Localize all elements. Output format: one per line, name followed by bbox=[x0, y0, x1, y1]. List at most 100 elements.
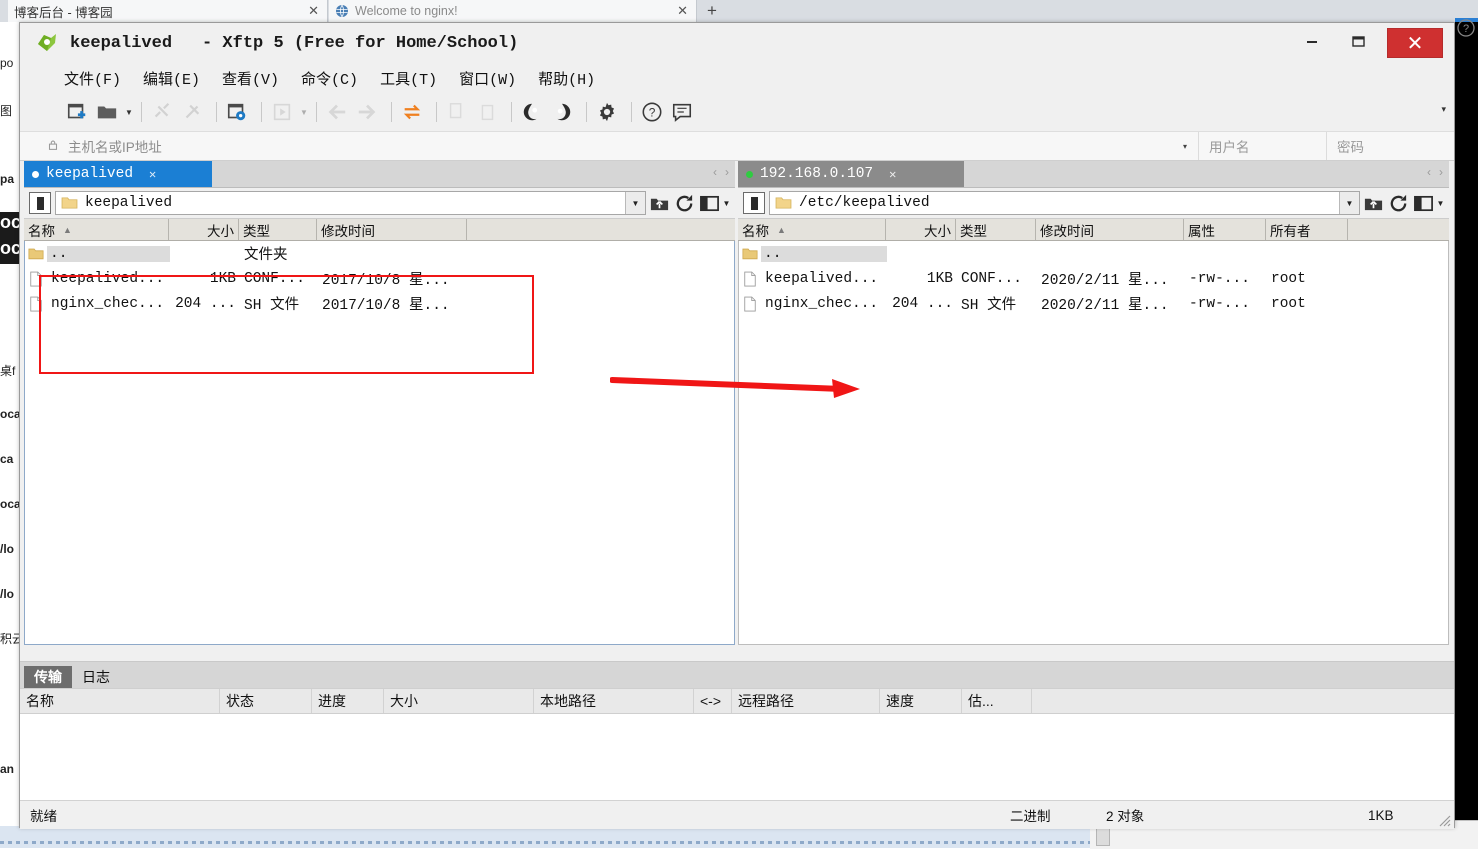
help-icon[interactable]: ? bbox=[1456, 18, 1476, 38]
xfer-col-remote-path[interactable]: 远程路径 bbox=[732, 689, 880, 713]
local-col-modified[interactable]: 修改时间 bbox=[317, 219, 467, 240]
xfer-col-local-path[interactable]: 本地路径 bbox=[534, 689, 694, 713]
username-input[interactable]: 用户名 bbox=[1198, 132, 1326, 160]
xfer-col-speed[interactable]: 速度 bbox=[880, 689, 962, 713]
local-tab-next-icon[interactable]: › bbox=[725, 165, 729, 179]
list-item[interactable]: .. 文件夹 bbox=[25, 241, 734, 266]
local-pane-toggle-button[interactable] bbox=[29, 192, 51, 214]
remote-col-owner[interactable]: 所有者 bbox=[1266, 219, 1348, 240]
gear-icon[interactable] bbox=[594, 99, 620, 125]
minimize-button[interactable] bbox=[1289, 29, 1335, 57]
local-col-type[interactable]: 类型 bbox=[239, 219, 317, 240]
menu-file[interactable]: 文件(F) bbox=[62, 66, 123, 91]
local-path-dropdown-caret-icon[interactable]: ▼ bbox=[625, 192, 645, 214]
local-col-name[interactable]: 名称 ▲ bbox=[24, 219, 169, 240]
disconnect-icon bbox=[179, 99, 205, 125]
browser-new-tab-button[interactable]: + bbox=[697, 1, 727, 22]
remote-tab-prev-icon[interactable]: ‹ bbox=[1427, 165, 1431, 179]
toolbar-separator bbox=[261, 102, 262, 122]
local-path-input[interactable]: keepalived ▼ bbox=[55, 191, 646, 215]
toolbar-overflow-caret-icon[interactable]: ▾ bbox=[1441, 104, 1446, 115]
file-icon bbox=[25, 271, 47, 287]
password-input[interactable]: 密码 bbox=[1326, 132, 1454, 160]
list-item[interactable]: keepalived... 1KB CONF... 2017/10/8 星... bbox=[25, 266, 734, 291]
browser-tab-1-close-icon[interactable]: ✕ bbox=[308, 3, 319, 19]
view-mode-caret-icon[interactable]: ▼ bbox=[1435, 199, 1446, 208]
view-mode-icon[interactable] bbox=[698, 192, 721, 215]
sync-browse-icon[interactable] bbox=[399, 99, 425, 125]
up-folder-icon[interactable] bbox=[648, 192, 671, 215]
browser-tab-1[interactable]: 博客后台 - 博客园 ✕ bbox=[8, 0, 328, 22]
open-dropdown-caret-icon[interactable]: ▼ bbox=[124, 99, 134, 125]
host-history-caret-icon[interactable]: ▾ bbox=[1172, 142, 1198, 151]
xfer-col-direction[interactable]: <-> bbox=[694, 689, 732, 713]
xmanager-icon[interactable] bbox=[549, 99, 575, 125]
remote-path-dropdown-caret-icon[interactable]: ▼ bbox=[1339, 192, 1359, 214]
fragment-row: po bbox=[0, 56, 14, 70]
list-item[interactable]: nginx_chec... 204 ... SH 文件 2017/10/8 星.… bbox=[25, 291, 734, 316]
menu-window[interactable]: 窗口(W) bbox=[457, 66, 518, 91]
transfer-list-body[interactable] bbox=[20, 714, 1454, 800]
xfer-col-size[interactable]: 大小 bbox=[384, 689, 534, 713]
close-button[interactable]: ✕ bbox=[1387, 28, 1443, 58]
fragment-row: 积云 bbox=[0, 632, 20, 646]
refresh-icon[interactable] bbox=[1387, 192, 1410, 215]
xshell-icon[interactable] bbox=[519, 99, 545, 125]
status-text: 就绪 bbox=[30, 809, 57, 824]
list-item[interactable]: .. bbox=[739, 241, 1448, 266]
remote-session-tab-label: 192.168.0.107 bbox=[760, 166, 874, 182]
remote-column-headers: 名称 ▲ 大小 类型 修改时间 属性 所有者 bbox=[738, 219, 1449, 241]
open-folder-icon[interactable] bbox=[94, 99, 120, 125]
browser-tab-2[interactable]: Welcome to nginx! ✕ bbox=[329, 0, 697, 22]
remote-col-name-label: 名称 bbox=[742, 223, 769, 239]
remote-session-tab[interactable]: 192.168.0.107 ✕ bbox=[738, 161, 964, 187]
menu-view[interactable]: 查看(V) bbox=[220, 66, 281, 91]
local-tab-prev-icon[interactable]: ‹ bbox=[713, 165, 717, 179]
view-mode-icon[interactable] bbox=[1412, 192, 1435, 215]
menu-command[interactable]: 命令(C) bbox=[299, 66, 360, 91]
xfer-col-status[interactable]: 状态 bbox=[220, 689, 312, 713]
local-col-size[interactable]: 大小 bbox=[169, 219, 239, 240]
host-input[interactable]: 主机名或IP地址 bbox=[68, 136, 1172, 156]
remote-col-type[interactable]: 类型 bbox=[956, 219, 1036, 240]
view-mode-caret-icon[interactable]: ▼ bbox=[721, 199, 732, 208]
remote-tab-next-icon[interactable]: › bbox=[1439, 165, 1443, 179]
new-session-icon[interactable] bbox=[64, 99, 90, 125]
xfer-col-progress[interactable]: 进度 bbox=[312, 689, 384, 713]
remote-pane-toggle-button[interactable] bbox=[743, 192, 765, 214]
local-session-tab[interactable]: keepalived ✕ bbox=[24, 161, 212, 187]
folder-up-icon bbox=[739, 246, 761, 261]
refresh-icon[interactable] bbox=[673, 192, 696, 215]
menu-tools[interactable]: 工具(T) bbox=[378, 66, 439, 91]
tab-log[interactable]: 日志 bbox=[72, 666, 120, 688]
toolbar-separator bbox=[631, 102, 632, 122]
remote-col-attrs[interactable]: 属性 bbox=[1184, 219, 1266, 240]
remote-col-size[interactable]: 大小 bbox=[886, 219, 956, 240]
browser-tab-2-close-icon[interactable]: ✕ bbox=[677, 3, 688, 19]
maximize-button[interactable] bbox=[1335, 29, 1381, 57]
toolbar-separator bbox=[511, 102, 512, 122]
menu-edit[interactable]: 编辑(E) bbox=[141, 66, 202, 91]
list-item[interactable]: nginx_chec... 204 ... SH 文件 2020/2/11 星.… bbox=[739, 291, 1448, 316]
list-item-name: .. bbox=[47, 245, 170, 262]
feedback-icon[interactable] bbox=[669, 99, 695, 125]
browser-right-dark-area bbox=[1455, 22, 1478, 822]
local-file-list[interactable]: .. 文件夹 keepalived... 1KB CONF... 2017/10… bbox=[24, 241, 735, 645]
remote-file-list[interactable]: .. keepalived... 1KB CONF... 2020/2/11 星… bbox=[738, 241, 1449, 645]
remote-session-tab-close-icon[interactable]: ✕ bbox=[889, 167, 896, 182]
menu-help[interactable]: 帮助(H) bbox=[536, 66, 597, 91]
xfer-col-name[interactable]: 名称 bbox=[20, 689, 220, 713]
local-session-tab-close-icon[interactable]: ✕ bbox=[149, 167, 156, 182]
resize-grip-icon[interactable] bbox=[1437, 813, 1451, 827]
session-settings-icon[interactable] bbox=[224, 99, 250, 125]
tab-transfer[interactable]: 传输 bbox=[24, 666, 72, 688]
fragment-row: oca bbox=[0, 407, 20, 421]
xfer-col-eta[interactable]: 估... bbox=[962, 689, 1032, 713]
remote-col-modified[interactable]: 修改时间 bbox=[1036, 219, 1184, 240]
list-item[interactable]: keepalived... 1KB CONF... 2020/2/11 星...… bbox=[739, 266, 1448, 291]
help-circle-icon[interactable]: ? bbox=[639, 99, 665, 125]
fragment-row: oc bbox=[0, 238, 20, 264]
remote-col-name[interactable]: 名称 ▲ bbox=[738, 219, 886, 240]
up-folder-icon[interactable] bbox=[1362, 192, 1385, 215]
remote-path-input[interactable]: /etc/keepalived ▼ bbox=[769, 191, 1360, 215]
